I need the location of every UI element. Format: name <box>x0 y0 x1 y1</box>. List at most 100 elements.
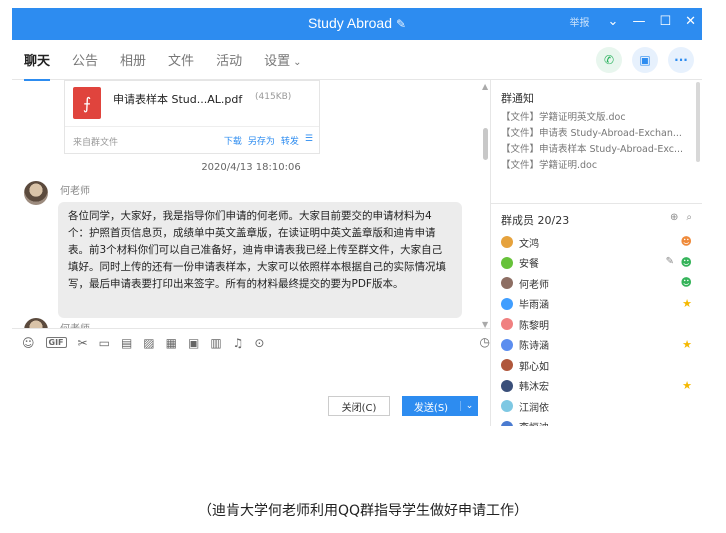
chevron-down-icon: ⌄ <box>293 57 302 68</box>
document-icon[interactable]: ▤ <box>121 336 132 350</box>
more-icon[interactable]: ··· <box>668 47 694 73</box>
member-count: 群成员 20/23 <box>501 214 570 227</box>
report-label[interactable]: 举报 <box>570 14 590 29</box>
invite-icon[interactable]: ⊕ <box>670 212 678 228</box>
clock-icon[interactable]: ◷ <box>480 335 490 349</box>
menu-icon[interactable]: ☰ <box>305 134 313 147</box>
notice-item[interactable]: 【文件】申请表 Study-Abroad-Exchan... <box>501 126 695 142</box>
maximize-icon[interactable]: ☐ <box>659 14 671 29</box>
member-name: 韩沐宏 <box>519 382 549 394</box>
member-row[interactable]: 陈诗涵 ★ <box>501 335 692 356</box>
tab-announcement[interactable]: 公告 <box>72 50 98 69</box>
member-name: 何老师 <box>519 279 549 291</box>
gift-icon[interactable]: ▣ <box>188 336 199 350</box>
tab-album[interactable]: 相册 <box>120 50 146 69</box>
notice-title: 群通知 <box>501 92 534 105</box>
pdf-icon: ⨍ <box>73 87 101 119</box>
chevron-down-icon[interactable]: ⌄ <box>460 401 478 411</box>
member-avatar[interactable] <box>501 338 513 351</box>
member-row[interactable]: 郭心如 <box>501 355 692 376</box>
member-avatar[interactable] <box>501 400 513 413</box>
chevron-down-icon[interactable]: ⌄ <box>608 14 619 29</box>
scroll-down-icon[interactable]: ▼ <box>482 320 488 328</box>
gif-icon[interactable]: GIF <box>45 337 67 348</box>
member-avatar[interactable] <box>501 379 513 392</box>
owner-icon: ☻ <box>680 235 692 248</box>
member-row[interactable]: 毕雨涵 ★ <box>501 294 692 315</box>
member-avatar[interactable] <box>501 420 513 426</box>
admin-icon: ☻ <box>680 276 692 289</box>
message-timestamp: 2020/4/13 18:10:06 <box>201 162 301 173</box>
minimize-icon[interactable]: — <box>632 14 645 29</box>
chat-scrollbar[interactable] <box>483 128 488 160</box>
phone-icon[interactable]: ✆ <box>596 47 622 73</box>
member-row[interactable]: 韩沐宏 ★ <box>501 376 692 397</box>
star-icon: ★ <box>682 337 692 351</box>
forward-link[interactable]: 转发 <box>281 134 299 147</box>
admin-icon: ☻ <box>680 255 692 269</box>
member-avatar[interactable] <box>501 297 513 310</box>
image-icon[interactable]: ▨ <box>143 336 154 350</box>
video-icon[interactable]: ▦ <box>166 336 177 350</box>
file-message-card[interactable]: ⨍ 申请表样本 Stud...AL.pdf (415KB) 来自群文件 下载 另… <box>64 80 320 154</box>
edit-icon[interactable]: ✎ <box>666 256 674 267</box>
notice-item[interactable]: 【文件】申请表样本 Study-Abroad-Exc... <box>501 142 695 158</box>
right-panel: 群通知 【文件】学籍证明英文版.doc 【文件】申请表 Study-Abroad… <box>490 80 702 426</box>
member-row[interactable]: 江润依 <box>501 396 692 417</box>
notice-item[interactable]: 【文件】学籍证明英文版.doc <box>501 110 695 126</box>
message-input[interactable]: 关闭(C) 发送(S) ⌄ <box>12 356 490 426</box>
notice-item[interactable]: 【文件】学籍证明.doc <box>501 158 695 174</box>
tab-activity[interactable]: 活动 <box>216 50 242 69</box>
member-avatar[interactable] <box>501 277 513 290</box>
notice-scrollbar[interactable] <box>696 82 700 162</box>
save-as-link[interactable]: 另存为 <box>248 134 275 147</box>
member-name: 李恒迪 <box>519 419 549 426</box>
member-row[interactable]: 文鸿 ☻ <box>501 232 692 253</box>
tab-bar: 聊天 公告 相册 文件 活动 设置 ⌄ ✆ ▣ ··· <box>12 40 702 81</box>
tab-chat[interactable]: 聊天 <box>24 50 51 81</box>
send-button[interactable]: 发送(S) ⌄ <box>402 396 478 416</box>
file-size: (415KB) <box>255 92 292 102</box>
star-icon: ★ <box>682 296 692 310</box>
member-name: 文鸿 <box>519 238 539 250</box>
close-icon[interactable]: ✕ <box>685 14 696 29</box>
qq-group-window: Study Abroad ✎ 举报 ⌄ — ☐ ✕ 聊天 公告 相册 文件 活动 … <box>12 8 702 426</box>
member-avatar[interactable] <box>501 256 513 269</box>
avatar[interactable] <box>24 181 48 205</box>
scissors-icon[interactable]: ✂ <box>78 336 88 350</box>
input-toolbar: ☺ GIF ✂ ▭ ▤ ▨ ▦ ▣ ▥ ♫ ⊙ ◷ <box>12 328 490 356</box>
tab-files[interactable]: 文件 <box>168 50 194 69</box>
bell-icon[interactable]: ♫ <box>233 336 244 350</box>
tab-settings[interactable]: 设置 ⌄ <box>264 50 301 69</box>
member-avatar[interactable] <box>501 359 513 372</box>
member-row[interactable]: 陈黎明 <box>501 314 692 335</box>
star-icon: ★ <box>682 378 692 392</box>
group-notice: 群通知 【文件】学籍证明英文版.doc 【文件】申请表 Study-Abroad… <box>491 80 702 204</box>
member-name: 郭心如 <box>519 361 549 373</box>
member-name: 安餐 <box>519 259 539 271</box>
folder-icon[interactable]: ▭ <box>99 336 110 350</box>
member-name: 陈诗涵 <box>519 341 549 353</box>
more-icon[interactable]: ⊙ <box>254 336 264 350</box>
search-icon[interactable]: ⌕ <box>686 212 692 228</box>
sender-name: 何老师 <box>60 186 90 197</box>
member-name: 江润依 <box>519 402 549 414</box>
figure-caption: （迪肯大学何老师利用QQ群指导学生做好申请工作） <box>197 503 529 519</box>
calendar-icon[interactable]: ▥ <box>210 336 221 350</box>
title-bar: Study Abroad ✎ 举报 ⌄ — ☐ ✕ <box>12 8 702 40</box>
close-button[interactable]: 关闭(C) <box>328 396 390 416</box>
download-link[interactable]: 下载 <box>224 134 242 147</box>
file-name: 申请表样本 Stud...AL.pdf <box>113 93 243 106</box>
member-row[interactable]: 何老师 ☻ <box>501 273 692 294</box>
member-name: 毕雨涵 <box>519 300 549 312</box>
member-avatar[interactable] <box>501 318 513 331</box>
emoji-icon[interactable]: ☺ <box>22 336 35 350</box>
edit-icon[interactable]: ✎ <box>396 17 406 31</box>
avatar[interactable] <box>24 318 48 328</box>
member-row[interactable]: 李恒迪 <box>501 417 692 426</box>
member-avatar[interactable] <box>501 236 513 249</box>
member-row[interactable]: 安餐 ✎ ☻ <box>501 253 692 274</box>
member-list: 群成员 20/23 ⊕ ⌕ 文鸿 ☻ 安餐 ✎ ☻ 何老师 ☻ 毕雨涵 ★ 陈黎明陈诗涵 ★ 郭心如韩… <box>491 204 702 426</box>
scroll-up-icon[interactable]: ▲ <box>482 82 488 91</box>
screen-share-icon[interactable]: ▣ <box>632 47 658 73</box>
